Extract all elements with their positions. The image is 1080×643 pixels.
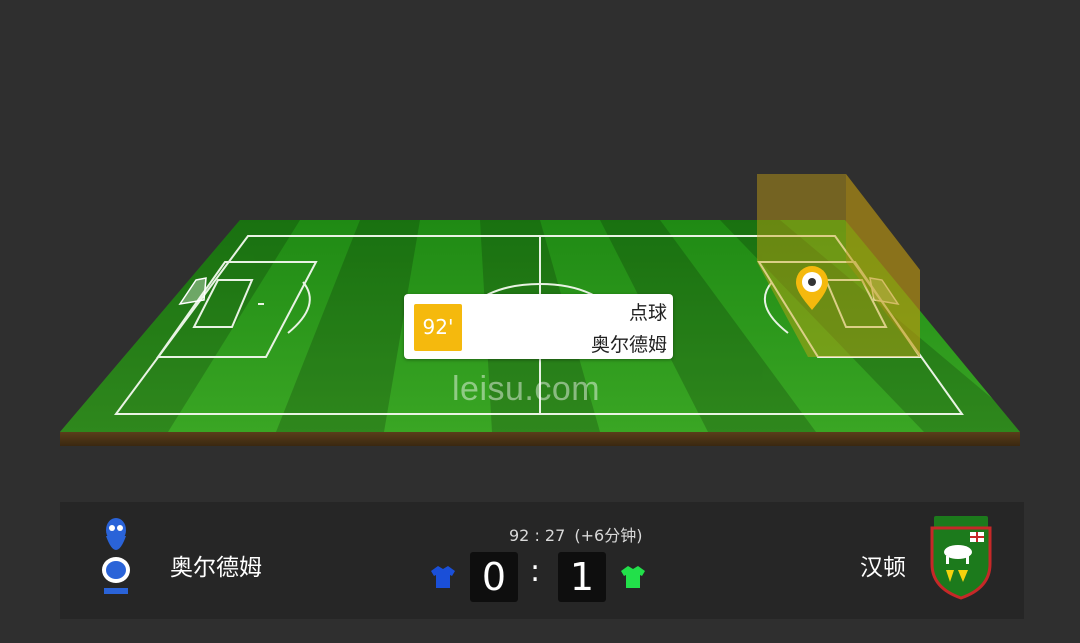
match-clock: 92 : 27 (+6分钟) xyxy=(509,522,646,546)
event-type: 点球 xyxy=(628,302,667,324)
pitch-dirt-edge xyxy=(60,432,1020,446)
away-jersey-icon xyxy=(621,566,645,588)
event-card: 92' 点球 奥尔德姆 xyxy=(404,294,673,359)
away-team-name: 汉顿 xyxy=(860,555,906,581)
watermark: leisu.com xyxy=(452,370,601,408)
score-separator: : xyxy=(530,554,541,589)
pitch-area: leisu.com 92' 点球 奥尔德姆 xyxy=(0,0,1080,500)
event-minute: 92' xyxy=(414,304,462,351)
home-jersey-icon xyxy=(431,566,455,588)
added-time: (+6分钟) xyxy=(574,526,643,545)
away-score: 1 xyxy=(558,552,606,602)
score-bar: 奥尔德姆 92 : 27 (+6分钟) 0 : 1 汉顿 xyxy=(60,502,1024,619)
home-score: 0 xyxy=(470,552,518,602)
owl-crest-icon xyxy=(102,518,130,594)
clock-value: 92 : 27 xyxy=(509,526,566,545)
football-pitch xyxy=(60,174,1020,446)
home-team-name: 奥尔德姆 xyxy=(170,555,262,581)
event-team: 奥尔德姆 xyxy=(590,334,667,356)
hendon-fc-crest-icon xyxy=(930,516,992,600)
